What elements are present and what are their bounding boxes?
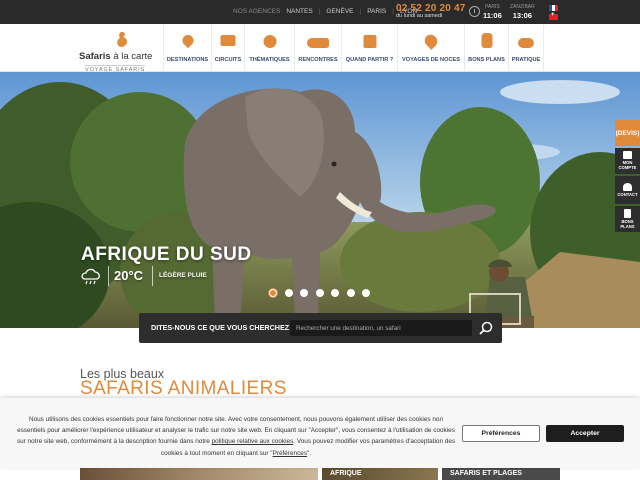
hero-weather-condition: LÉGÈRE PLUIE: [159, 272, 207, 279]
timezone-zanzibar: ZANZIBAR 13:06: [510, 4, 535, 20]
agencies-label: NOS AGENCES: [233, 8, 281, 15]
flag-ch-icon[interactable]: [549, 12, 558, 20]
lock-icon: [623, 151, 632, 160]
main-nav: DESTINATIONS CIRCUITS THÉMATIQUES RENCON…: [163, 24, 544, 72]
side-tab-label: CONTACT: [617, 191, 638, 197]
divider: |: [392, 8, 394, 15]
cookie-policy-link[interactable]: politique relative aux cookies: [212, 438, 294, 445]
hearts-icon: [422, 32, 440, 50]
weather-icon: [81, 268, 100, 285]
timezone-city: ZANZIBAR: [510, 4, 535, 10]
nav-label: CIRCUITS: [214, 57, 242, 63]
user-icon: [623, 182, 632, 191]
map-icon: [220, 35, 236, 46]
logo-mark-icon: [117, 31, 127, 47]
accept-button[interactable]: Accepter: [546, 425, 624, 442]
nav-label: DESTINATIONS: [166, 57, 209, 63]
logo-brand-rest: à la carte: [110, 51, 153, 62]
main-header: Safaris à la carte VOYAGE SAFARIS DESTIN…: [0, 24, 640, 73]
binoculars-icon: [518, 38, 534, 48]
nav-item-thematiques[interactable]: THÉMATIQUES: [244, 24, 294, 72]
map-pin-icon: [179, 32, 196, 49]
agency-link-paris[interactable]: PARIS: [367, 8, 386, 15]
thumbs-up-icon: [481, 33, 492, 48]
side-tab-mon-compte[interactable]: MON COMPTE: [615, 148, 640, 174]
divider: [152, 266, 153, 286]
compass-icon: [263, 35, 276, 48]
card-label: SAFARIS ET PLAGES: [450, 470, 522, 477]
slider-dot-5[interactable]: [331, 289, 339, 297]
site-logo[interactable]: Safaris à la carte VOYAGE SAFARIS: [79, 30, 159, 73]
agency-link-geneve[interactable]: GENÈVE: [326, 8, 353, 15]
devis-tab[interactable]: (DEVIS): [615, 120, 640, 146]
clock-icon: [469, 6, 480, 17]
slider-pagination: [269, 289, 370, 297]
logo-brand: Safaris à la carte: [79, 51, 152, 62]
nav-item-pratique[interactable]: PRATIQUE: [508, 24, 544, 72]
slider-dot-7[interactable]: [362, 289, 370, 297]
divider: [108, 266, 109, 286]
cookie-text-end: ".: [307, 449, 312, 457]
slider-dot-4[interactable]: [315, 289, 324, 297]
flag-fr-icon[interactable]: [549, 5, 558, 11]
timezone-city: PARIS: [485, 4, 500, 10]
nav-item-rencontres[interactable]: RENCONTRES: [294, 24, 341, 72]
slider-dot-6[interactable]: [346, 289, 355, 297]
search-label: DITES-NOUS CE QUE VOUS CHERCHEZ !: [151, 323, 294, 332]
search-icon[interactable]: [478, 320, 494, 336]
devis-label: (DEVIS): [615, 129, 640, 137]
cookie-preferences-link[interactable]: Préférences: [273, 450, 307, 457]
nav-label: QUAND PARTIR ?: [345, 57, 394, 63]
nav-label: THÉMATIQUES: [249, 57, 290, 63]
rhino-icon: [307, 38, 329, 48]
search-bar: DITES-NOUS CE QUE VOUS CHERCHEZ !: [139, 313, 502, 343]
cookie-text: Nous utilisons des cookies essentiels po…: [16, 414, 456, 459]
nav-label: PRATIQUE: [511, 57, 541, 63]
thumbs-up-icon: [624, 208, 631, 218]
nav-item-destinations[interactable]: DESTINATIONS: [163, 24, 211, 72]
slider-dot-1[interactable]: [269, 289, 277, 297]
nav-label: VOYAGES DE NOCES: [402, 57, 460, 63]
devis-text: DEVIS: [617, 129, 638, 137]
nav-label: BONS PLANS: [468, 57, 505, 63]
calendar-icon: [363, 35, 376, 48]
card-label: AFRIQUE: [330, 470, 362, 477]
logo-brand-main: Safaris: [79, 51, 111, 62]
hero-destination[interactable]: AFRIQUE DU SUD: [81, 244, 252, 266]
agencies-list: NOS AGENCES NANTES | GENÈVE | PARIS | LY…: [233, 8, 417, 15]
agency-link-nantes[interactable]: NANTES: [286, 8, 312, 15]
nav-item-bons-plans[interactable]: BONS PLANS: [464, 24, 508, 72]
divider: |: [318, 8, 321, 15]
timezone-paris: PARIS 11:06: [483, 4, 502, 20]
nav-item-quand-partir[interactable]: QUAND PARTIR ?: [341, 24, 397, 72]
side-tab-contact[interactable]: CONTACT: [615, 176, 640, 204]
slider-dot-3[interactable]: [300, 289, 308, 297]
hero-temperature: 20°C: [114, 268, 144, 283]
phone-hours: du lundi au samedi: [396, 13, 443, 19]
nav-label: RENCONTRES: [298, 57, 338, 63]
side-tab-bons-plans[interactable]: BONS PLANS: [615, 206, 640, 232]
slider-dot-2[interactable]: [284, 289, 293, 297]
nav-item-voyages-de-noces[interactable]: VOYAGES DE NOCES: [397, 24, 464, 72]
nav-item-circuits[interactable]: CIRCUITS: [211, 24, 244, 72]
timezone-time: 11:06: [483, 11, 502, 20]
side-tab-label: BONS PLANS: [620, 218, 635, 229]
search-input[interactable]: [290, 320, 472, 336]
cookie-banner: Nous utilisons des cookies essentiels po…: [0, 398, 640, 468]
timezone-time: 13:06: [512, 11, 532, 20]
divider: |: [359, 8, 362, 15]
top-bar: NOS AGENCES NANTES | GENÈVE | PARIS | LY…: [0, 0, 640, 24]
side-tab-label: MON COMPTE: [618, 160, 637, 170]
preferences-button[interactable]: Préférences: [462, 425, 540, 442]
section-title: SAFARIS ANIMALIERS: [80, 378, 287, 399]
